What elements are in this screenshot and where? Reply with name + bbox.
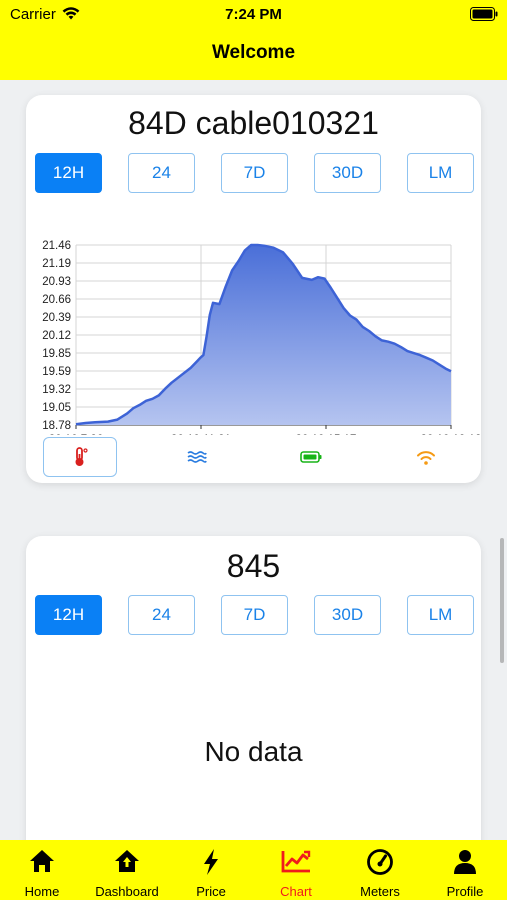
- tab-price[interactable]: Price: [169, 840, 253, 900]
- range-button-24[interactable]: 24: [128, 595, 195, 635]
- bottom-tab-bar: Home Dashboard Price Chart Meters Profil…: [0, 840, 507, 900]
- device-chart-card-2: 845 12H 24 7D 30D LM No data: [26, 536, 481, 840]
- tab-label: Price: [196, 884, 226, 899]
- person-icon: [454, 850, 476, 874]
- status-time: 7:24 PM: [225, 6, 282, 23]
- vertical-scrollbar[interactable]: [500, 538, 504, 663]
- dashboard-house-icon: [115, 850, 139, 872]
- tab-label: Home: [24, 884, 60, 899]
- tab-home[interactable]: Home: [0, 840, 84, 900]
- status-bar: Carrier 7:24 PM: [0, 0, 507, 30]
- home-icon: [30, 850, 54, 872]
- device-title: 84D cable010321: [128, 105, 379, 141]
- empty-state-text: No data: [204, 736, 303, 767]
- chart-line-icon: [281, 850, 311, 873]
- chart-y-tick-label: 21.19: [42, 258, 71, 270]
- metric-water-button[interactable]: [160, 437, 234, 477]
- tab-chart[interactable]: Chart: [254, 840, 338, 900]
- chart-y-tick-label: 19.05: [42, 402, 71, 414]
- battery-status-icon: [470, 7, 498, 26]
- temperature-area-chart[interactable]: 21.46 21.19 20.93 20.66 20.39 20.12 19.85 19.59…: [26, 220, 481, 435]
- range-button-lm[interactable]: LM: [407, 153, 474, 193]
- battery-icon: [300, 451, 322, 463]
- tab-label: Profile: [446, 884, 484, 899]
- water-waves-icon: [187, 451, 207, 463]
- chart-x-tick-label: 30.10 19:12: [421, 434, 481, 435]
- range-button-7d[interactable]: 7D: [221, 595, 288, 635]
- metric-selector: [43, 437, 463, 477]
- tab-meters[interactable]: Meters: [338, 840, 422, 900]
- thermometer-icon: [75, 447, 88, 466]
- chart-y-tick-label: 19.59: [42, 366, 71, 378]
- tab-label: Meters: [360, 884, 400, 899]
- device-chart-card: 84D cable010321 12H 24 7D 30D LM 21.46 21…: [26, 95, 481, 483]
- chart-y-tick-label: 19.32: [42, 384, 71, 396]
- tab-profile[interactable]: Profile: [423, 840, 507, 900]
- chart-y-tick-label: 20.39: [42, 312, 71, 324]
- range-button-30d[interactable]: 30D: [314, 595, 381, 635]
- range-button-12h[interactable]: 12H: [35, 153, 102, 193]
- speedometer-icon: [367, 849, 393, 875]
- lightning-bolt-icon: [204, 849, 218, 875]
- metric-battery-button[interactable]: [274, 437, 348, 477]
- time-range-selector: 12H 24 7D 30D LM: [35, 153, 475, 193]
- content-scroll-area[interactable]: 84D cable010321 12H 24 7D 30D LM 21.46 21…: [0, 80, 507, 840]
- range-button-7d[interactable]: 7D: [221, 153, 288, 193]
- chart-y-tick-label: 20.93: [42, 276, 71, 288]
- time-range-selector-2: 12H 24 7D 30D LM: [35, 595, 475, 635]
- tab-label: Chart: [280, 884, 312, 899]
- chart-y-tick-label: 19.85: [42, 348, 71, 360]
- range-button-24[interactable]: 24: [128, 153, 195, 193]
- wifi-signal-icon: [417, 451, 435, 465]
- tab-label: Dashboard: [95, 884, 159, 899]
- page-title: Welcome: [211, 42, 296, 63]
- chart-y-tick-label: 20.66: [42, 294, 71, 306]
- chart-x-tick-label: 30.10 7:26: [49, 434, 103, 435]
- range-button-12h[interactable]: 12H: [35, 595, 102, 635]
- chart-x-tick-label: 30.10 11:21: [171, 434, 231, 435]
- device-title-2: 845: [226, 548, 281, 584]
- chart-y-tick-label: 18.78: [42, 420, 71, 432]
- tab-dashboard[interactable]: Dashboard: [85, 840, 169, 900]
- range-button-lm[interactable]: LM: [407, 595, 474, 635]
- range-button-30d[interactable]: 30D: [314, 153, 381, 193]
- chart-x-tick-label: 30.10 15:17: [296, 434, 357, 435]
- metric-signal-button[interactable]: [389, 437, 463, 477]
- chart-y-tick-label: 20.12: [42, 330, 71, 342]
- chart-y-tick-label: 21.46: [42, 240, 71, 252]
- metric-temperature-button[interactable]: [43, 437, 117, 477]
- app-header: Carrier 7:24 PM Welcome: [0, 0, 507, 80]
